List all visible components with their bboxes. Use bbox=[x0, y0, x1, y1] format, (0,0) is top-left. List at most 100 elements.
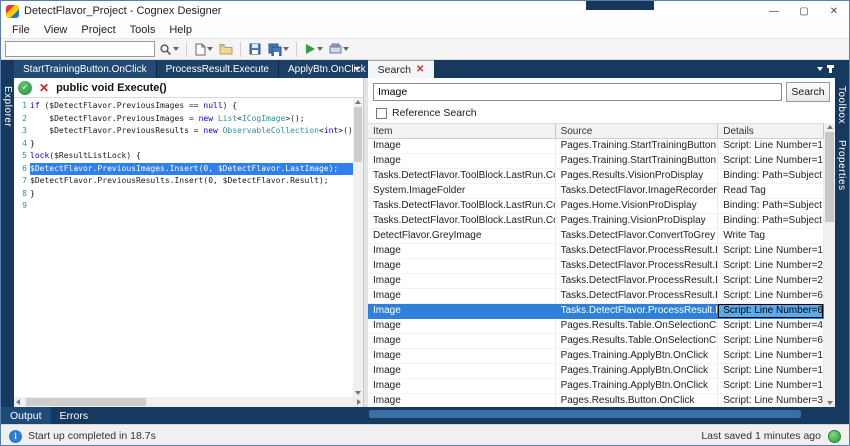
cell-item: Image bbox=[368, 259, 556, 274]
code-token: ObservableCollection bbox=[223, 126, 319, 135]
cell-details: Binding: Path=Subject bbox=[718, 214, 824, 229]
accept-script-button[interactable]: ✓ bbox=[18, 81, 32, 95]
code-token: >(); bbox=[338, 126, 353, 135]
search-result-row[interactable]: ImagePages.Results.Table.OnSelectionChan… bbox=[368, 319, 824, 334]
menu-view[interactable]: View bbox=[37, 24, 75, 36]
titlebar-artifact bbox=[586, 1, 654, 10]
app-icon bbox=[6, 5, 19, 18]
panel-menu-caret-icon[interactable] bbox=[817, 67, 823, 71]
new-script-caret-icon[interactable] bbox=[207, 47, 213, 51]
search-result-row[interactable]: ImageTasks.DetectFlavor.ProcessResult.Ex… bbox=[368, 289, 824, 304]
code-token: ICogImage bbox=[242, 114, 285, 123]
close-search-tab-icon[interactable]: ✕ bbox=[416, 64, 424, 75]
tab-errors[interactable]: Errors bbox=[51, 407, 98, 424]
sidebar-tab-toolbox[interactable]: Toolbox bbox=[835, 78, 848, 132]
code-line[interactable]: $DetectFlavor.PreviousImages = new List<… bbox=[30, 113, 353, 126]
line-number: 8 bbox=[14, 188, 27, 201]
scrollbar-thumb[interactable] bbox=[26, 398, 146, 406]
column-header-item[interactable]: Item bbox=[368, 124, 556, 138]
search-result-row[interactable]: DetectFlavor.GreyImageTasks.DetectFlavor… bbox=[368, 229, 824, 244]
tab-processresult-execute[interactable]: ProcessResult.Execute bbox=[157, 60, 279, 78]
deploy-caret-icon[interactable] bbox=[343, 47, 349, 51]
search-result-row[interactable]: ImageTasks.DetectFlavor.ProcessResult.Ex… bbox=[368, 259, 824, 274]
scrollbar-thumb[interactable] bbox=[825, 132, 834, 222]
column-header-source[interactable]: Source bbox=[556, 124, 719, 138]
code-line[interactable]: } bbox=[30, 188, 353, 201]
code-line[interactable]: $DetectFlavor.PreviousImages.Insert(0, $… bbox=[30, 163, 353, 176]
cell-item: System.ImageFolder bbox=[368, 184, 556, 199]
results-vscrollbar[interactable] bbox=[824, 123, 835, 407]
tab-output[interactable]: Output bbox=[1, 407, 51, 424]
scroll-up-icon[interactable] bbox=[355, 100, 361, 104]
maximize-button[interactable]: ▢ bbox=[789, 1, 819, 21]
search-result-row[interactable]: ImagePages.Training.StartTrainingButton.… bbox=[368, 154, 824, 169]
editor-hscrollbar[interactable] bbox=[14, 397, 363, 407]
save-all-icon[interactable] bbox=[266, 40, 291, 58]
search-result-row[interactable]: System.ImageFolderTasks.DetectFlavor.Ima… bbox=[368, 184, 824, 199]
search-result-row[interactable]: ImagePages.Training.StartTrainingButton.… bbox=[368, 139, 824, 154]
tab-list-caret-icon[interactable] bbox=[354, 67, 360, 71]
code-lines[interactable]: if ($DetectFlavor.PreviousImages == null… bbox=[30, 98, 353, 397]
cell-item: Image bbox=[368, 379, 556, 394]
scroll-up-icon[interactable] bbox=[827, 125, 833, 129]
line-number: 1 bbox=[14, 100, 27, 113]
scroll-right-icon[interactable] bbox=[357, 399, 361, 405]
code-line[interactable]: lock($ResultListLock) { bbox=[30, 150, 353, 163]
code-line[interactable]: } bbox=[30, 138, 353, 151]
search-result-row[interactable]: ImageTasks.DetectFlavor.ProcessResult.Ex… bbox=[368, 304, 824, 319]
search-result-row[interactable]: Tasks.DetectFlavor.ToolBlock.LastRun.Cog… bbox=[368, 169, 824, 184]
scroll-down-icon[interactable] bbox=[827, 401, 833, 405]
results-hscrollbar-thumb[interactable] bbox=[369, 410, 801, 418]
code-line[interactable]: $DetectFlavor.PreviousResults.Insert(0, … bbox=[30, 175, 353, 188]
search-result-row[interactable]: ImageTasks.DetectFlavor.ProcessResult.Ex… bbox=[368, 274, 824, 289]
close-button[interactable]: ✕ bbox=[819, 1, 849, 21]
minimize-button[interactable]: — bbox=[759, 1, 789, 21]
sidebar-tab-explorer[interactable]: Explorer bbox=[1, 78, 14, 135]
search-results-body: ImagePages.Training.StartTrainingButton.… bbox=[368, 139, 824, 407]
search-result-row[interactable]: Tasks.DetectFlavor.ToolBlock.LastRun.Cog… bbox=[368, 199, 824, 214]
column-header-details[interactable]: Details bbox=[718, 124, 824, 138]
deploy-icon[interactable] bbox=[327, 40, 351, 58]
tab-starttrainingbutton-onclick[interactable]: StartTrainingButton.OnClick bbox=[14, 60, 157, 78]
run-icon[interactable] bbox=[302, 40, 325, 58]
search-result-row[interactable]: ImageTasks.DetectFlavor.ProcessResult.Ex… bbox=[368, 244, 824, 259]
search-result-row[interactable]: Tasks.DetectFlavor.ToolBlock.LastRun.Cog… bbox=[368, 214, 824, 229]
cell-details: Script: Line Number=12 bbox=[718, 139, 824, 154]
search-result-row[interactable]: ImagePages.Training.ApplyBtn.OnClickScri… bbox=[368, 379, 824, 394]
search-result-row[interactable]: ImagePages.Results.Button.OnClickScript:… bbox=[368, 394, 824, 407]
code-line[interactable]: $DetectFlavor.PreviousResults = new Obse… bbox=[30, 125, 353, 138]
menu-file[interactable]: File bbox=[5, 24, 37, 36]
search-result-row[interactable]: ImagePages.Training.ApplyBtn.OnClickScri… bbox=[368, 364, 824, 379]
new-script-icon[interactable] bbox=[192, 40, 215, 58]
search-options-caret-icon[interactable] bbox=[173, 47, 179, 51]
code-line[interactable] bbox=[30, 200, 353, 213]
menu-help[interactable]: Help bbox=[162, 24, 199, 36]
scroll-down-icon[interactable] bbox=[355, 391, 361, 395]
cell-source: Tasks.DetectFlavor.ProcessResult.Execute bbox=[556, 244, 719, 259]
search-result-row[interactable]: ImagePages.Training.ApplyBtn.OnClickScri… bbox=[368, 349, 824, 364]
menu-project[interactable]: Project bbox=[74, 24, 122, 36]
reference-search-checkbox[interactable] bbox=[376, 108, 387, 119]
code-line[interactable]: if ($DetectFlavor.PreviousImages == null… bbox=[30, 100, 353, 113]
run-options-caret-icon[interactable] bbox=[317, 47, 323, 51]
sidebar-tab-properties[interactable]: Properties bbox=[835, 132, 848, 199]
main-area: Explorer ✓ ✕ public void Execute() 12345… bbox=[1, 78, 849, 407]
search-icon[interactable] bbox=[157, 40, 181, 58]
menu-tools[interactable]: Tools bbox=[123, 24, 163, 36]
cell-details: Script: Line Number=6 bbox=[718, 304, 824, 319]
tab-applybtn-onclick[interactable]: ApplyBtn.OnClick bbox=[279, 60, 376, 78]
tab-search[interactable]: Search ✕ bbox=[368, 60, 434, 78]
cancel-script-button[interactable]: ✕ bbox=[37, 81, 51, 95]
pin-icon[interactable] bbox=[829, 65, 832, 73]
search-input[interactable] bbox=[373, 83, 782, 101]
scrollbar-thumb[interactable] bbox=[354, 107, 362, 162]
search-button[interactable]: Search bbox=[786, 82, 830, 102]
quick-search-input[interactable] bbox=[5, 41, 155, 57]
cell-details: Binding: Path=Subject bbox=[718, 199, 824, 214]
save-all-caret-icon[interactable] bbox=[283, 47, 289, 51]
scroll-left-icon[interactable] bbox=[16, 399, 20, 405]
editor-vscrollbar[interactable] bbox=[353, 98, 363, 397]
search-result-row[interactable]: ImagePages.Results.Table.OnSelectionChan… bbox=[368, 334, 824, 349]
open-file-icon[interactable] bbox=[217, 40, 235, 58]
save-icon[interactable] bbox=[246, 40, 264, 58]
